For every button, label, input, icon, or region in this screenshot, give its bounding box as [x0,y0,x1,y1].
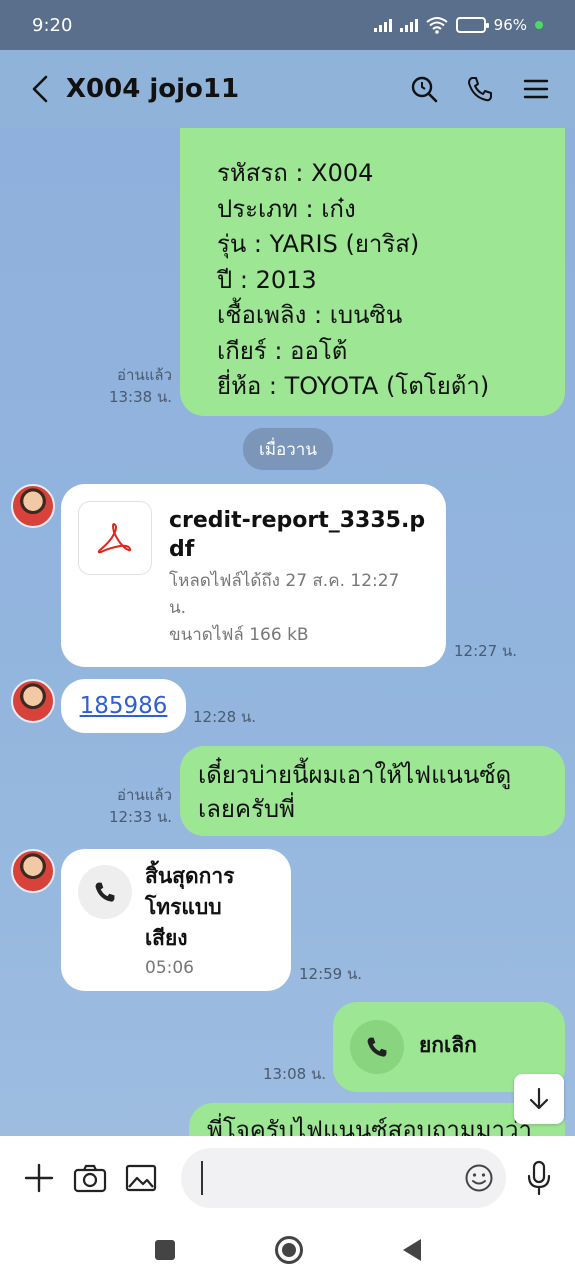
menu-icon [523,79,549,99]
message-time: 13:08 น. [262,1065,326,1083]
car-info-line: ปี : 2013 [217,265,317,294]
sent-message-bubble[interactable]: เดี๋ยวบ่ายนี้ผมเอาให้ไฟแนนซ์ดู เลยครับพี… [180,746,565,836]
file-message-bubble[interactable]: credit-report_3335.pdf โหลดไฟล์ได้ถึง 27… [61,484,446,667]
message-time: 13:38 น. [108,388,172,406]
car-info-text: รหัสรถ : X004 ประเภท : เก๋ง รุ่น : YARIS… [217,156,489,405]
gallery-button[interactable] [118,1155,163,1201]
sent-message-bubble[interactable]: พี่โจครับไฟแนนซ์สอบถามมาว่า [189,1103,565,1136]
phone-icon [468,77,492,102]
arrow-down-icon [529,1087,549,1110]
call-duration: 05:06 [145,958,194,978]
message-line: เลยครับพี่ [198,795,295,823]
camera-button[interactable] [67,1155,112,1201]
car-info-line: รหัสรถ : X004 [217,159,374,187]
camera-dot-icon [535,21,543,29]
avatar[interactable] [11,849,55,893]
file-expiry-line: โหลดไฟล์ได้ถึง 27 ส.ค. 12:27 [169,571,400,591]
message-input-bar [0,1136,575,1220]
image-icon [125,1164,156,1192]
call-icon-circle [78,865,132,919]
search-icon [411,76,438,103]
recent-apps-button[interactable] [154,1240,175,1260]
call-icon-circle [350,1020,404,1074]
status-time: 9:20 [32,14,73,36]
acrobat-icon [97,523,132,554]
emoji-icon[interactable] [464,1163,494,1193]
message-time: 12:28 น. [193,708,257,726]
call-status-line: เสียง [145,926,188,950]
call-status: สิ้นสุดการ โทรแบบ เสียง [145,861,234,954]
file-name: credit-report_3335.pdf [169,508,426,562]
call-status: ยกเลิก [419,1033,477,1057]
status-bar: 9:20 96% [0,0,575,50]
read-receipt: อ่านแล้ว [117,786,172,804]
call-status-line: โทรแบบ [145,895,222,919]
message-time: 12:27 น. [454,642,518,660]
file-expiry: โหลดไฟล์ได้ถึง 27 ส.ค. 12:27 น. [169,568,399,622]
car-info-line: เชื้อเพลิง : เบนซิน [217,301,403,329]
voice-button[interactable] [520,1155,559,1201]
message-line: เดี๋ยวบ่ายนี้ผมเอาให้ไฟแนนซ์ดู [198,761,512,789]
chat-title: X004 jojo11 [66,74,240,104]
message-input[interactable] [181,1148,506,1208]
file-expiry-line: น. [169,598,187,618]
chevron-left-icon [32,75,48,103]
call-button[interactable] [463,72,497,106]
system-nav-bar [0,1220,575,1280]
avatar[interactable] [11,679,55,723]
code-message-bubble[interactable]: 185986 [61,679,186,733]
car-info-line: ยี่ห้อ : TOYOTA (โตโยต้า) [217,372,490,400]
wifi-icon [426,17,448,34]
microphone-icon [528,1160,551,1196]
back-button[interactable] [22,69,58,109]
menu-button[interactable] [519,72,553,106]
add-button[interactable] [16,1155,61,1201]
search-button[interactable] [407,72,441,106]
file-size: ขนาดไฟล์ 166 kB [169,625,309,645]
signal-icon-2 [399,18,418,32]
plus-icon [24,1163,53,1193]
call-ended-bubble[interactable]: สิ้นสุดการ โทรแบบ เสียง 05:06 [61,849,291,991]
avatar[interactable] [11,484,55,528]
status-icons: 96% [373,16,543,34]
message-time: 12:59 น. [299,965,363,983]
phone-icon [367,1037,387,1057]
message-bubble-car-info[interactable]: รหัสรถ : X004 ประเภท : เก๋ง รุ่น : YARIS… [180,128,565,416]
camera-icon [73,1164,106,1193]
phone-number-link[interactable]: 185986 [80,693,168,719]
chat-header: X004 jojo11 [0,50,575,128]
message-line: พี่โจครับไฟแนนซ์สอบถามมาว่า [207,1116,532,1136]
message-time: 12:33 น. [108,808,172,826]
signal-icon [373,18,392,32]
battery-icon [455,17,489,33]
read-receipt: อ่านแล้ว [117,366,172,384]
car-info-line: ประเภท : เก๋ง [217,194,356,223]
call-status-line: สิ้นสุดการ [145,864,235,888]
message-meta: อ่านแล้ว 13:38 น. [60,364,172,408]
date-divider: เมื่อวาน [243,428,333,470]
pdf-file-icon [78,501,152,575]
message-meta: อ่านแล้ว 12:33 น. [60,784,172,828]
car-info-line: รุ่น : YARIS (ยาริส) [217,230,420,258]
car-info-line: เกียร์ : ออโต้ [217,336,348,365]
chat-messages[interactable]: รหัสรถ : X004 ประเภท : เก๋ง รุ่น : YARIS… [0,128,575,1136]
text-cursor [201,1161,204,1195]
battery-level: 96% [493,16,527,34]
home-button[interactable] [274,1236,303,1264]
phone-icon [95,882,115,902]
system-back-button[interactable] [402,1239,421,1261]
scroll-to-bottom-button[interactable] [514,1074,564,1124]
